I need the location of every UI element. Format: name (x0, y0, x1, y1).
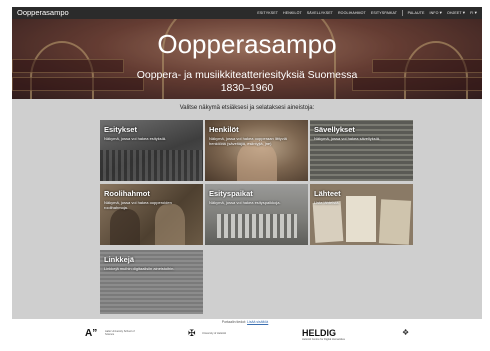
nav-item-henkilot[interactable]: Henkilöt (283, 11, 302, 15)
view-selection-prompt: Valitse näkymä etsiäksesi ja selataksesi… (179, 105, 315, 111)
tile-image (237, 140, 277, 181)
footer-link[interactable]: Lisää sisältöä (247, 320, 268, 324)
tile-description: Näkymä, jossa voi hakea oopperaan liitty… (209, 136, 287, 146)
nav-item-savellykset[interactable]: Sävellykset (307, 11, 333, 15)
heldig-logo-subtext: Helsinki Centre for Digital Humanities (302, 338, 345, 341)
tile-description: Lista lähteistä. (314, 200, 340, 205)
hero-subtitle-line1: Ooppera- ja musiikkiteatteriesityksiä Su… (136, 69, 358, 81)
nav-divider (402, 10, 403, 16)
hero-title: Oopperasampo (157, 29, 337, 59)
nav-feedback-link[interactable]: Palaute (408, 11, 425, 15)
tile-esitykset[interactable]: Esitykset Näkymä, jossa voi hakea esityk… (100, 120, 203, 181)
tile-description: Näkymä, jossa voi hakea esityksiä. (104, 136, 167, 141)
tile-henkilot[interactable]: Henkilöt Näkymä, jossa voi hakea ooppera… (205, 120, 308, 181)
tile-title: Lähteet (314, 189, 341, 198)
chevron-down-icon: ▾ (474, 10, 477, 15)
tile-linkkeja[interactable]: Linkkejä Linkkejä muihin digitaalisiin a… (100, 250, 203, 314)
language-label: FI (470, 11, 474, 15)
heldig-logo-text: HELDIG (302, 328, 337, 338)
tile-title: Esitykset (104, 125, 137, 134)
nav-item-esityspaikat[interactable]: Esityspaikat (371, 11, 397, 15)
helsinki-logo-text: University of Helsinki (202, 332, 227, 335)
tile-image (100, 150, 203, 181)
tile-title: Esityspaikat (209, 189, 253, 198)
tile-title: Sävellykset (314, 125, 355, 134)
nav-help-menu[interactable]: Ohjeet ▾ (447, 10, 465, 16)
nav-info-label: Info (429, 11, 439, 15)
tile-image (378, 199, 412, 245)
tile-savellykset[interactable]: Sävellykset Näkymä, jossa voi hakea säve… (310, 120, 413, 181)
nav-help-label: Ohjeet (446, 11, 462, 15)
aalto-logo[interactable]: A” Aalto University School of Science (85, 328, 135, 339)
tile-description: Linkkejä muihin digitaalisiin aineistoih… (104, 266, 175, 271)
helsinki-emblem-icon: ✠ (188, 328, 196, 338)
tile-description: Näkymä, jossa voi hakea esityspaikkoja. (209, 200, 281, 205)
aalto-logo-text: Aalto University School of Science (105, 330, 135, 336)
tile-lahteet[interactable]: Lähteet Lista lähteistä. (310, 184, 413, 245)
tile-title: Henkilöt (209, 125, 239, 134)
hero-subtitle: Ooppera- ja musiikkiteatteriesityksiä Su… (12, 69, 482, 94)
footer-note-text: Portaalin tiedot: (221, 320, 247, 324)
tile-image (312, 201, 344, 243)
partner-emblem-icon: ❖ (402, 328, 410, 337)
nav-info-menu[interactable]: Info ▾ (429, 10, 441, 16)
university-of-helsinki-logo[interactable]: ✠ University of Helsinki (188, 328, 226, 339)
nav-item-roolihahmot[interactable]: Roolihahmot (338, 11, 366, 15)
tile-image (155, 204, 185, 245)
language-selector[interactable]: FI ▾ (470, 10, 477, 16)
tile-esityspaikat[interactable]: Esityspaikat Näkymä, jossa voi hakea esi… (205, 184, 308, 245)
tile-image (217, 214, 297, 238)
partner-logo-icon[interactable]: ❖ (402, 328, 409, 337)
top-navbar: Oopperasampo Esitykset Henkilöt Sävellyk… (12, 7, 482, 19)
footer-note: Portaalin tiedot: Lisää sisältöä (0, 320, 490, 324)
app-title[interactable]: Oopperasampo (17, 7, 69, 19)
tile-description: Näkymä, jossa voi hakea oopperoiden rool… (104, 200, 172, 210)
nav-menu: Esitykset Henkilöt Sävellykset Roolihahm… (257, 10, 477, 16)
heldig-logo[interactable]: HELDIG Helsinki Centre for Digital Human… (302, 328, 345, 341)
tile-title: Roolihahmot (104, 189, 150, 198)
hero-subtitle-line2: 1830–1960 (220, 81, 274, 94)
view-selection-panel: Valitse näkymä etsiäksesi ja selataksesi… (12, 99, 482, 319)
chevron-down-icon: ▾ (439, 10, 442, 15)
tile-image (110, 209, 140, 245)
nav-item-esitykset[interactable]: Esitykset (257, 11, 278, 15)
chevron-down-icon: ▾ (462, 10, 466, 15)
tile-description: Näkymä, jossa voi hakea sävellyksiä. (314, 136, 381, 141)
tile-title: Linkkejä (104, 255, 135, 264)
hero-banner: Oopperasampo Ooppera- ja musiikkiteatter… (12, 19, 482, 99)
tile-roolihahmot[interactable]: Roolihahmot Näkymä, jossa voi hakea oopp… (100, 184, 203, 245)
partner-logos: A” Aalto University School of Science ✠ … (0, 325, 490, 345)
aalto-mark-icon: A” (85, 328, 98, 339)
